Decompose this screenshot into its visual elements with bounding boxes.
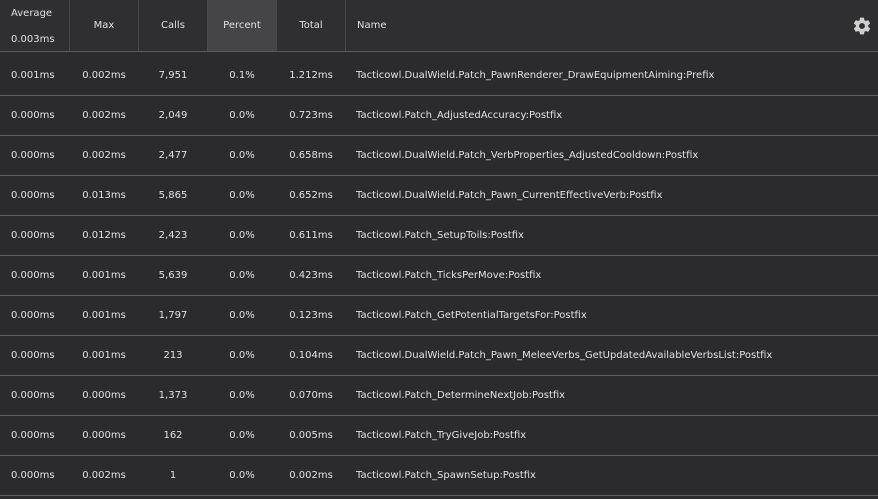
- cell-percent: 0.0%: [229, 310, 255, 321]
- cell-max: 0.002ms: [82, 470, 126, 481]
- cell-total: 0.002ms: [289, 470, 333, 481]
- column-header-average-value: 0.003ms: [11, 34, 55, 45]
- cell-max: 0.001ms: [82, 350, 126, 361]
- cell-average: 0.000ms: [11, 350, 55, 361]
- table-header: Average 0.003ms Max Calls Percent Total …: [0, 0, 878, 52]
- cell-name: Tacticowl.Patch_DetermineNextJob:Postfix: [356, 390, 566, 401]
- cell-calls: 162: [163, 430, 183, 441]
- table-row[interactable]: 0.000ms 0.001ms 5,639 0.0% 0.423ms Tacticowl.…: [0, 256, 878, 296]
- cell-total: 0.423ms: [289, 270, 333, 281]
- table-row[interactable]: 0.000ms 0.012ms 2,423 0.0% 0.611ms Tacticowl.…: [0, 216, 878, 256]
- cell-average: 0.000ms: [11, 390, 55, 401]
- cell-average: 0.000ms: [11, 150, 55, 161]
- cell-calls: 7,951: [158, 70, 188, 81]
- cell-calls: 1: [169, 470, 177, 481]
- table-row[interactable]: 0.000ms 0.001ms 213 0.0% 0.104ms Tacticowl.Du…: [0, 336, 878, 376]
- cell-name: Tacticowl.DualWield.Patch_VerbProperties…: [356, 150, 699, 161]
- cell-average: 0.000ms: [11, 310, 55, 321]
- cell-name: Tacticowl.Patch_TicksPerMove:Postfix: [356, 270, 542, 281]
- cell-name: Tacticowl.Patch_TryGiveJob:Postfix: [356, 430, 527, 441]
- cell-max: 0.013ms: [82, 190, 126, 201]
- cell-max: 0.001ms: [82, 270, 126, 281]
- cell-percent: 0.0%: [229, 470, 255, 481]
- cell-percent: 0.0%: [229, 430, 255, 441]
- cell-percent: 0.0%: [229, 150, 255, 161]
- table-row[interactable]: 0.000ms 0.000ms 1,373 0.0% 0.070ms Tacticowl.…: [0, 376, 878, 416]
- cell-average: 0.000ms: [11, 470, 55, 481]
- cell-total: 0.005ms: [289, 430, 333, 441]
- cell-total: 0.104ms: [289, 350, 333, 361]
- cell-max: 0.002ms: [82, 110, 126, 121]
- cell-name: Tacticowl.Patch_AdjustedAccuracy:Postfix: [356, 110, 563, 121]
- cell-max: 0.002ms: [82, 150, 126, 161]
- cell-percent: 0.0%: [229, 350, 255, 361]
- column-header-name-label: Name: [357, 20, 387, 31]
- cell-calls: 2,049: [158, 110, 188, 121]
- table-row[interactable]: 0.000ms 0.001ms 1,797 0.0% 0.123ms Tacticowl.…: [0, 296, 878, 336]
- cell-total: 0.723ms: [289, 110, 333, 121]
- cell-name: Tacticowl.Patch_SetupToils:Postfix: [356, 230, 524, 241]
- column-header-total[interactable]: Total: [277, 0, 346, 51]
- table-row[interactable]: 0.000ms 0.002ms 2,477 0.0% 0.658ms Tacticowl.…: [0, 136, 878, 176]
- cell-calls: 1,797: [158, 310, 188, 321]
- cell-calls: 5,865: [158, 190, 188, 201]
- column-header-name[interactable]: Name: [346, 0, 878, 51]
- cell-max: 0.012ms: [82, 230, 126, 241]
- cell-name: Tacticowl.DualWield.Patch_PawnRenderer_D…: [356, 70, 715, 81]
- cell-total: 1.212ms: [289, 70, 333, 81]
- table-body: 0.001ms 0.002ms 7,951 0.1% 1.212ms Tacticowl.…: [0, 56, 878, 496]
- profiler-table: Average 0.003ms Max Calls Percent Total …: [0, 0, 878, 499]
- cell-percent: 0.1%: [229, 70, 255, 81]
- cell-calls: 5,639: [158, 270, 188, 281]
- cell-total: 0.611ms: [289, 230, 333, 241]
- cell-name: Tacticowl.DualWield.Patch_Pawn_MeleeVerb…: [356, 350, 773, 361]
- cell-average: 0.000ms: [11, 430, 55, 441]
- cell-calls: 213: [163, 350, 183, 361]
- column-header-total-label: Total: [299, 20, 323, 31]
- cell-calls: 1,373: [158, 390, 188, 401]
- column-header-max-label: Max: [93, 20, 115, 31]
- gear-icon[interactable]: [852, 16, 872, 36]
- column-header-calls[interactable]: Calls: [139, 0, 208, 51]
- cell-percent: 0.0%: [229, 390, 255, 401]
- cell-total: 0.652ms: [289, 190, 333, 201]
- cell-total: 0.658ms: [289, 150, 333, 161]
- table-row[interactable]: 0.000ms 0.002ms 1 0.0% 0.002ms Tacticowl.Patc…: [0, 456, 878, 496]
- cell-max: 0.000ms: [82, 430, 126, 441]
- cell-average: 0.000ms: [11, 110, 55, 121]
- cell-max: 0.001ms: [82, 310, 126, 321]
- column-header-percent-label: Percent: [223, 20, 261, 31]
- cell-name: Tacticowl.DualWield.Patch_Pawn_CurrentEf…: [356, 190, 663, 201]
- column-header-max[interactable]: Max: [70, 0, 139, 51]
- cell-percent: 0.0%: [229, 270, 255, 281]
- cell-percent: 0.0%: [229, 230, 255, 241]
- cell-name: Tacticowl.Patch_SpawnSetup:Postfix: [356, 470, 536, 481]
- column-header-calls-label: Calls: [161, 20, 185, 31]
- cell-calls: 2,477: [158, 150, 188, 161]
- table-row[interactable]: 0.000ms 0.000ms 162 0.0% 0.005ms Tacticowl.Pa…: [0, 416, 878, 456]
- cell-average: 0.000ms: [11, 230, 55, 241]
- column-header-average-label: Average: [11, 8, 53, 19]
- cell-max: 0.002ms: [82, 70, 126, 81]
- cell-percent: 0.0%: [229, 110, 255, 121]
- cell-average: 0.000ms: [11, 190, 55, 201]
- cell-total: 0.070ms: [289, 390, 333, 401]
- cell-max: 0.000ms: [82, 390, 126, 401]
- table-row[interactable]: 0.001ms 0.002ms 7,951 0.1% 1.212ms Tacticowl.…: [0, 56, 878, 96]
- cell-calls: 2,423: [158, 230, 188, 241]
- column-header-average[interactable]: Average 0.003ms: [0, 0, 70, 51]
- table-row[interactable]: 0.000ms 0.013ms 5,865 0.0% 0.652ms Tacticowl.…: [0, 176, 878, 216]
- cell-total: 0.123ms: [289, 310, 333, 321]
- table-row[interactable]: 0.000ms 0.002ms 2,049 0.0% 0.723ms Tacticowl.…: [0, 96, 878, 136]
- column-header-percent[interactable]: Percent: [208, 0, 277, 51]
- cell-average: 0.000ms: [11, 270, 55, 281]
- cell-percent: 0.0%: [229, 190, 255, 201]
- cell-name: Tacticowl.Patch_GetPotentialTargetsFor:P…: [356, 310, 587, 321]
- cell-average: 0.001ms: [11, 70, 55, 81]
